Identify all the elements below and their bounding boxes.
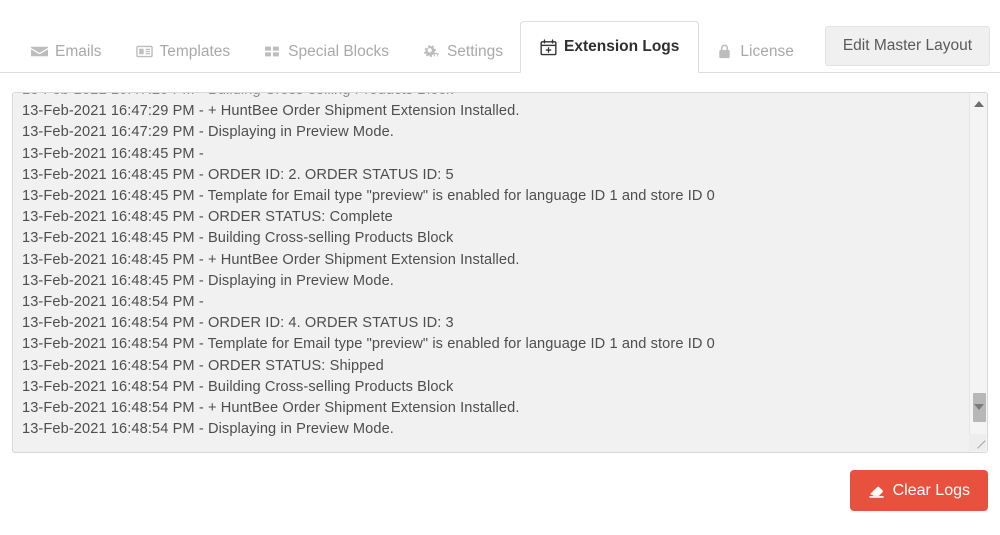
logs-footer: Clear Logs xyxy=(12,470,988,515)
tab-special-blocks[interactable]: Special Blocks xyxy=(247,29,406,73)
log-line: 13-Feb-2021 16:48:45 PM - Displaying in … xyxy=(22,272,394,289)
log-line: 13-Feb-2021 16:48:54 PM - xyxy=(22,294,208,311)
log-line: 13-Feb-2021 16:48:54 PM - + HuntBee Orde… xyxy=(22,400,520,417)
tab-emails-label: Emails xyxy=(55,42,102,60)
calendar-plus-icon xyxy=(540,38,557,56)
log-scroll-viewport[interactable]: 13-Feb-2021 16:47:29 PM - Building Cross… xyxy=(13,93,969,452)
log-line: 13-Feb-2021 16:48:45 PM - Building Cross… xyxy=(22,230,454,247)
log-line: 13-Feb-2021 16:48:45 PM - + HuntBee Orde… xyxy=(22,251,520,268)
tab-special-blocks-label: Special Blocks xyxy=(288,42,389,60)
tab-extension-logs[interactable]: Extension Logs xyxy=(519,21,700,73)
log-line: 13-Feb-2021 16:48:45 PM - Template for E… xyxy=(22,188,715,205)
log-scrollbar[interactable] xyxy=(969,93,987,452)
scroll-down-arrow-icon[interactable] xyxy=(970,398,987,415)
tab-settings[interactable]: Settings xyxy=(406,29,520,73)
template-card-icon xyxy=(135,43,153,60)
log-lines-container: 13-Feb-2021 16:47:29 PM - Building Cross… xyxy=(22,93,969,440)
log-line: 13-Feb-2021 16:48:45 PM - ORDER STATUS: … xyxy=(22,209,393,226)
extension-logs-page: Emails Templates Special Blocks Settings… xyxy=(0,0,1000,535)
tab-license[interactable]: License xyxy=(699,29,810,73)
grid-blocks-icon xyxy=(264,43,281,60)
tab-extension-logs-label: Extension Logs xyxy=(563,38,680,55)
lock-icon xyxy=(716,43,733,60)
log-line: 13-Feb-2021 16:48:54 PM - Building Cross… xyxy=(22,378,454,395)
extension-logs-panel: 13-Feb-2021 16:47:29 PM - Building Cross… xyxy=(12,92,988,453)
scroll-up-arrow-icon[interactable] xyxy=(970,95,987,112)
tab-templates-label: Templates xyxy=(159,42,231,60)
clear-logs-label: Clear Logs xyxy=(892,481,970,499)
log-line: 13-Feb-2021 16:48:54 PM - ORDER ID: 4. O… xyxy=(22,315,454,332)
log-line: 13-Feb-2021 16:48:54 PM - Template for E… xyxy=(22,336,715,353)
log-line: 13-Feb-2021 16:48:54 PM - ORDER STATUS: … xyxy=(22,357,384,374)
clear-logs-button[interactable]: Clear Logs xyxy=(849,470,988,511)
envelope-icon xyxy=(31,43,48,60)
cogs-icon xyxy=(423,43,440,60)
tab-settings-label: Settings xyxy=(446,42,503,60)
log-line: 13-Feb-2021 16:47:29 PM - Building Cross… xyxy=(22,93,969,101)
log-line: 13-Feb-2021 16:48:45 PM - xyxy=(22,145,208,162)
log-line: 13-Feb-2021 16:47:29 PM - + HuntBee Orde… xyxy=(22,103,520,120)
tab-license-label: License xyxy=(740,42,794,60)
tab-emails[interactable]: Emails xyxy=(14,29,119,73)
log-line: 13-Feb-2021 16:47:29 PM - Displaying in … xyxy=(22,124,394,141)
eraser-icon xyxy=(868,482,885,499)
tab-bar: Emails Templates Special Blocks Settings… xyxy=(0,0,1000,73)
resize-grip-icon[interactable] xyxy=(969,434,986,451)
log-line: 13-Feb-2021 16:48:54 PM - Displaying in … xyxy=(22,421,394,438)
edit-master-layout-button[interactable]: Edit Master Layout xyxy=(824,26,991,66)
log-line: 13-Feb-2021 16:48:45 PM - ORDER ID: 2. O… xyxy=(22,166,454,183)
tab-templates[interactable]: Templates xyxy=(119,29,248,73)
